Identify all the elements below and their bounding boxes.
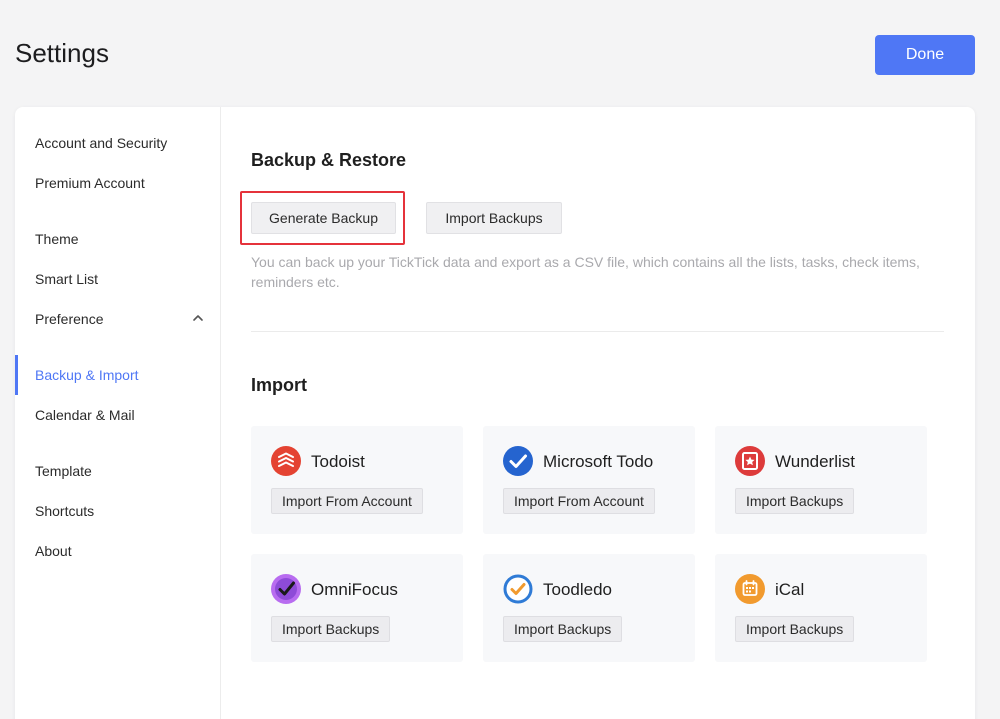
import-backups-button[interactable]: Import Backups — [271, 616, 391, 642]
sidebar-item-account-security[interactable]: Account and Security — [15, 123, 220, 163]
backup-description: You can back up your TickTick data and e… — [251, 254, 920, 290]
sidebar-item-shortcuts[interactable]: Shortcuts — [15, 491, 220, 531]
wunderlist-icon — [735, 446, 765, 476]
todoist-icon — [271, 446, 301, 476]
import-section-title: Import — [251, 375, 307, 395]
omnifocus-icon — [271, 574, 301, 604]
import-card-name: Microsoft Todo — [543, 452, 654, 471]
done-button[interactable]: Done — [875, 35, 975, 75]
settings-panel: Account and Security Premium Account The… — [15, 107, 975, 719]
import-from-account-button[interactable]: Import From Account — [503, 488, 655, 514]
import-card-todoist: Todoist Import From Account — [251, 426, 463, 534]
import-card-name: Wunderlist — [775, 452, 855, 471]
settings-sidebar: Account and Security Premium Account The… — [15, 107, 221, 719]
import-card-ical: iCal Import Backups — [715, 554, 927, 662]
import-card-toodledo: Toodledo Import Backups — [483, 554, 695, 662]
page-title: Settings — [15, 38, 109, 68]
sidebar-item-backup-import[interactable]: Backup & Import — [15, 355, 220, 395]
generate-backup-button[interactable]: Generate Backup — [251, 202, 396, 234]
sidebar-item-about[interactable]: About — [15, 531, 220, 571]
import-backups-button[interactable]: Import Backups — [426, 202, 562, 234]
ical-icon — [735, 574, 765, 604]
chevron-up-icon[interactable] — [191, 311, 205, 325]
import-card-wunderlist: Wunderlist Import Backups — [715, 426, 927, 534]
import-from-account-button[interactable]: Import From Account — [271, 488, 423, 514]
microsoft-todo-icon — [503, 446, 533, 476]
import-backups-button[interactable]: Import Backups — [503, 616, 623, 642]
backup-import-content: Backup & Restore Generate Backup Import … — [240, 107, 951, 719]
toodledo-icon — [503, 574, 533, 604]
import-backups-button[interactable]: Import Backups — [735, 616, 855, 642]
import-backups-button[interactable]: Import Backups — [735, 488, 855, 514]
sidebar-item-label: Preference — [35, 311, 104, 327]
sidebar-item-preference[interactable]: Preference — [15, 299, 220, 339]
sidebar-item-template[interactable]: Template — [15, 451, 220, 491]
divider — [251, 331, 944, 332]
import-card-microsoft-todo: Microsoft Todo Import From Account — [483, 426, 695, 534]
sidebar-item-theme[interactable]: Theme — [15, 219, 220, 259]
import-card-name: Todoist — [311, 452, 365, 471]
import-card-omnifocus: OmniFocus Import Backups — [251, 554, 463, 662]
import-card-name: OmniFocus — [311, 580, 398, 599]
sidebar-item-smart-list[interactable]: Smart List — [15, 259, 220, 299]
import-card-name: Toodledo — [543, 580, 613, 599]
sidebar-item-premium-account[interactable]: Premium Account — [15, 163, 220, 203]
import-card-name: iCal — [775, 580, 805, 599]
backup-section-title: Backup & Restore — [251, 150, 407, 170]
sidebar-item-calendar-mail[interactable]: Calendar & Mail — [15, 395, 220, 435]
